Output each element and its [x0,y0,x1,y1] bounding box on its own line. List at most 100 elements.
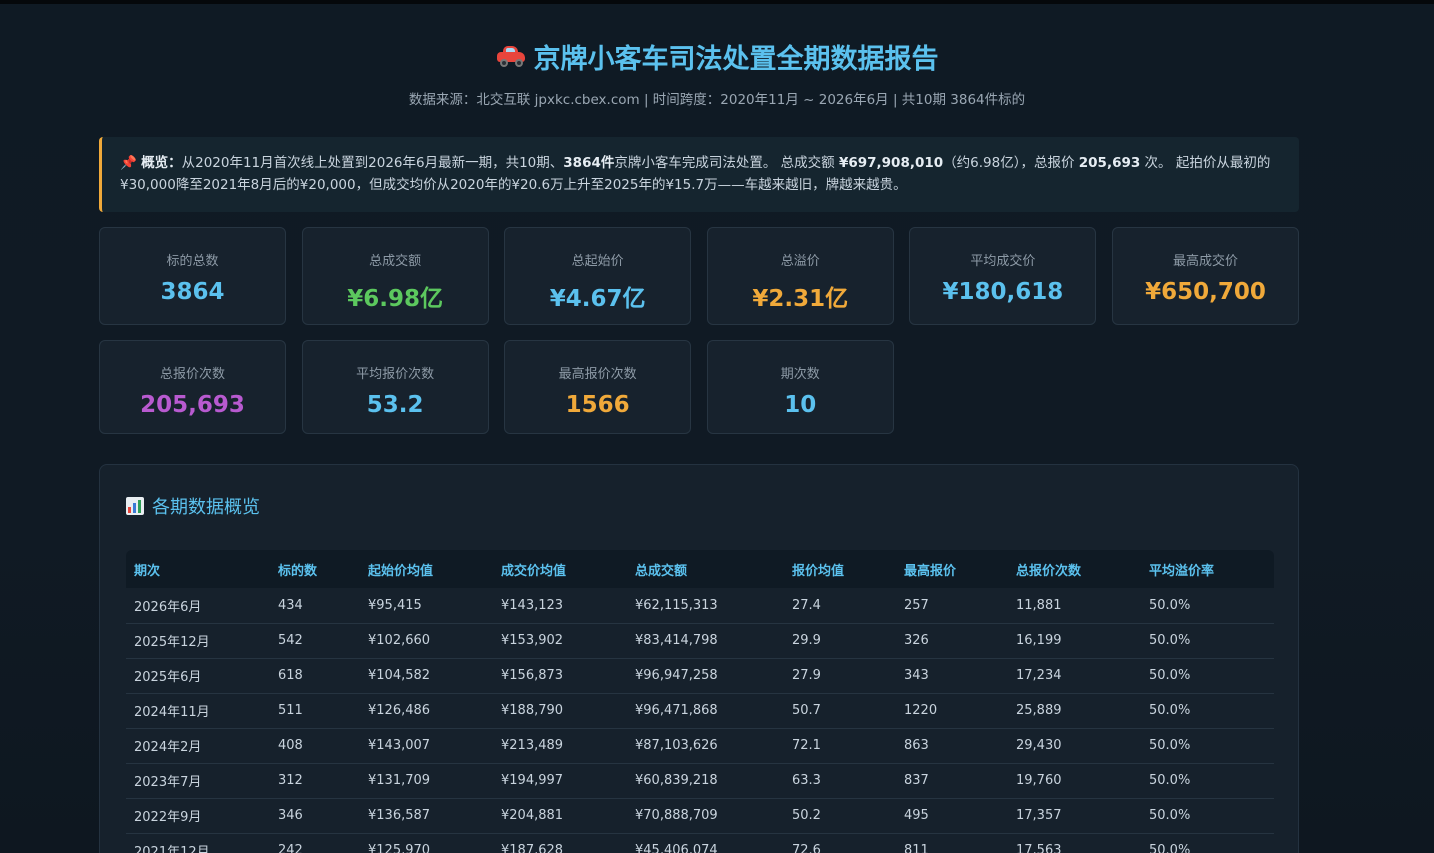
pushpin-icon: 📌 [120,155,137,171]
table-cell: 50.0% [1141,728,1274,764]
table-cell: 346 [270,798,360,834]
stat-card-label: 总报价次数 [159,367,225,382]
stat-card: 标的总数 3864 [99,227,286,325]
table-cell: ¥143,007 [360,728,493,764]
table-cell: ¥70,888,709 [627,798,784,834]
table-cell: 434 [270,588,360,624]
table-cell: 11,881 [1008,588,1141,624]
table-cell: 863 [896,728,1008,764]
table-cell: ¥187,628 [493,833,627,853]
table-cell: 16,199 [1008,623,1141,659]
table-cell: ¥60,839,218 [627,763,784,799]
stat-card: 最高报价次数 1566 [504,340,692,434]
table-cell: 50.0% [1141,693,1274,729]
table-cell: 257 [896,588,1008,624]
table-row: 2026年6月 434 ¥95,415 ¥143,123 ¥62,115,313 27.4… [126,588,1274,624]
stat-card-value: ¥4.67亿 [549,286,646,312]
table-cell: 17,563 [1008,833,1141,853]
table-cell: ¥83,414,798 [627,623,784,659]
table-cell: 2024年11月 [126,693,270,729]
stat-card-value: 3864 [160,279,225,305]
table-cell: 29.9 [784,623,896,659]
stat-card-label: 平均成交价 [970,254,1036,269]
summary-label: 概览： [141,155,182,171]
stat-card-value: 10 [784,392,817,418]
table-cell: 1220 [896,693,1008,729]
column-header: 总报价次数 [1016,563,1082,579]
table-cell: ¥213,489 [493,728,627,764]
stat-card: 总起始价 ¥4.67亿 [504,227,692,325]
stat-card-label: 最高报价次数 [558,367,637,382]
stat-card-value: ¥650,700 [1145,279,1266,305]
table-cell: 72.6 [784,833,896,853]
stat-card: 总溢价 ¥2.31亿 [706,227,894,325]
table-cell: ¥45,406,074 [627,833,784,853]
period-overview-panel: 各期数据概览 期次 标的数 起始价均值 成交价均值 总成交额 报价均值 最高报价 总报价次数 平… [99,464,1299,853]
stat-card-value: ¥180,618 [942,279,1064,305]
table-cell: 2025年6月 [126,658,270,694]
table-row: 2025年6月 618 ¥104,582 ¥156,873 ¥96,947,258 27.… [126,658,1274,694]
stat-card-label: 总起始价 [571,254,624,269]
table-row: 2023年7月 312 ¥131,709 ¥194,997 ¥60,839,218 63.… [126,763,1274,799]
stat-card: 平均成交价 ¥180,618 [909,227,1097,325]
stat-card: 总报价次数 205,693 [99,340,286,434]
summary-text-2: 京牌小客车完成司法处置。 总成交额 [614,155,839,171]
stat-card-value: ¥6.98亿 [347,286,443,312]
table-cell: ¥125,970 [360,833,493,853]
table-header-row: 期次 标的数 起始价均值 成交价均值 总成交额 报价均值 最高报价 总报价次数 平均溢价率 [126,550,1274,588]
table-cell: 50.2 [784,798,896,834]
table-cell: 618 [270,658,360,694]
table-cell: 312 [270,763,360,799]
table-row: 2024年2月 408 ¥143,007 ¥213,489 ¥87,103,626 72.… [126,728,1274,764]
stat-card-value: 53.2 [366,392,424,418]
table-cell: ¥87,103,626 [627,728,784,764]
stat-card: 最高成交价 ¥650,700 [1111,227,1299,325]
table-cell: 2022年9月 [126,798,270,834]
report-header: 京牌小客车司法处置全期数据报告 数据来源：北交互联 jpxkc.cbex.com… [0,4,1434,109]
stat-card-label: 总溢价 [780,254,820,269]
table-cell: 19,760 [1008,763,1141,799]
column-header: 报价均值 [792,563,845,579]
summary-text-1: 从2020年11月首次线上处置到2026年6月最新一期，共10期、 [181,155,564,171]
table-cell: 50.0% [1141,588,1274,624]
column-header: 期次 [134,563,161,579]
table-cell: 17,234 [1008,658,1141,694]
table-cell: ¥96,947,258 [627,658,784,694]
table-cell: ¥143,123 [493,588,627,624]
column-header: 总成交额 [635,563,688,579]
table-row: 2021年12月 242 ¥125,970 ¥187,628 ¥45,406,074 72… [126,833,1274,853]
table-cell: 2021年12月 [126,833,270,853]
table-cell: 2023年7月 [126,763,270,799]
table-cell: ¥62,115,313 [627,588,784,624]
table-cell: 50.0% [1141,833,1274,853]
table-cell: ¥126,486 [360,693,493,729]
stat-card-label: 期次数 [780,367,820,382]
stat-card-label: 平均报价次数 [356,367,435,382]
stat-card: 平均报价次数 53.2 [301,340,489,434]
stat-card-value: ¥2.31亿 [752,286,849,312]
table-cell: ¥104,582 [360,658,493,694]
table-cell: 2026年6月 [126,588,270,624]
table-cell: 50.0% [1141,763,1274,799]
table-cell: ¥156,873 [493,658,627,694]
panel-title: 各期数据概览 [126,493,260,519]
column-header: 标的数 [278,563,318,579]
column-header: 最高报价 [904,563,957,579]
table-cell: ¥188,790 [493,693,627,729]
table-cell: 343 [896,658,1008,694]
table-cell: 495 [896,798,1008,834]
page-subtitle: 数据来源：北交互联 jpxkc.cbex.com | 时间跨度：2020年11月… [408,92,1026,108]
stat-card-value: 1566 [565,392,630,418]
summary-bold-3: 205,693 [1078,155,1141,171]
table-cell: ¥131,709 [360,763,493,799]
column-header: 平均溢价率 [1149,563,1215,579]
table-cell: 408 [270,728,360,764]
stat-card-label: 标的总数 [166,254,219,269]
stat-card: 期次数 10 [706,340,894,434]
table-cell: 72.1 [784,728,896,764]
table-cell: ¥102,660 [360,623,493,659]
table-cell: 542 [270,623,360,659]
table-cell: 63.3 [784,763,896,799]
table-cell: ¥194,997 [493,763,627,799]
stat-card-label: 总成交额 [369,254,422,269]
